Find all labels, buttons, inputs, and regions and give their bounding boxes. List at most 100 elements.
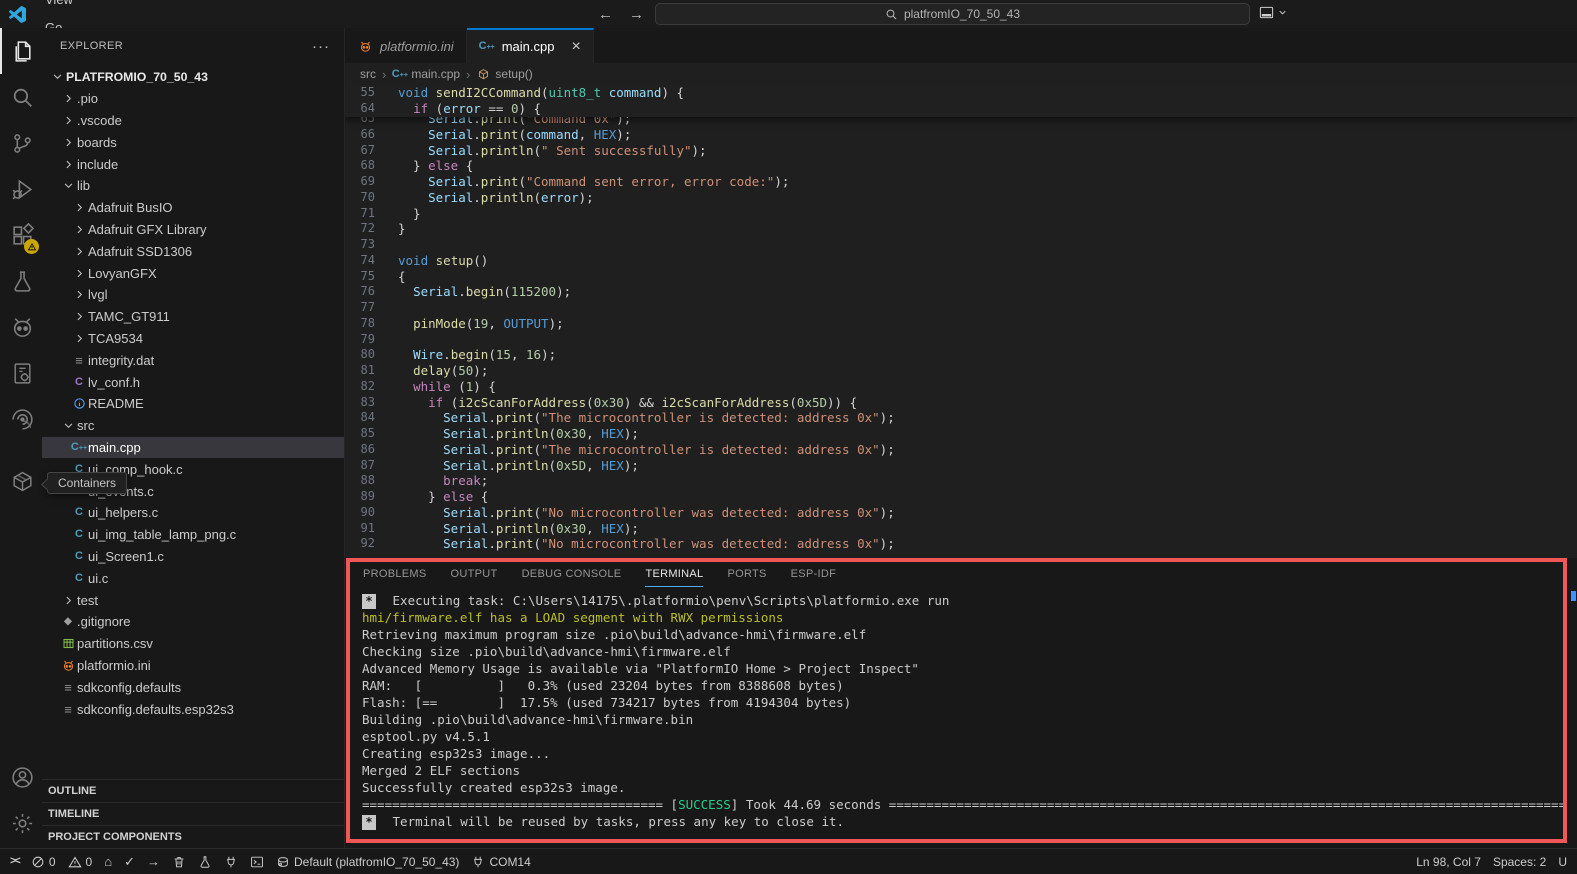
containers-tooltip: Containers (47, 472, 127, 494)
more-actions-icon[interactable]: ··· (312, 38, 330, 55)
section-timeline[interactable]: TIMELINE (42, 802, 344, 825)
status-errors[interactable]: 0 (25, 851, 62, 873)
activity-containers-button[interactable] (0, 458, 42, 504)
tree-item-gitignore[interactable]: ◆.gitignore (42, 611, 344, 633)
customize-layout-button[interactable] (1259, 5, 1288, 20)
activity-platformio-button[interactable] (0, 304, 42, 350)
tree-item-lvgl[interactable]: lvgl (42, 284, 344, 306)
status-pio-terminal[interactable] (244, 851, 270, 873)
status-pio-monitor[interactable] (218, 851, 244, 873)
tab-main-cpp[interactable]: C++main.cpp× (467, 28, 594, 63)
tree-item-boards[interactable]: boards (42, 131, 344, 153)
status-pio-build[interactable]: ✓ (118, 851, 141, 873)
tree-item-ui-helpers-c[interactable]: Cui_helpers.c (42, 502, 344, 524)
terminal-output[interactable]: * Executing task: C:\Users\14175\.platfo… (350, 587, 1563, 834)
status-warnings[interactable]: 0 (62, 851, 99, 873)
panel-tab-output[interactable]: OUTPUT (451, 562, 498, 587)
tree-item-sdkconfig-defaults-esp32s3[interactable]: ≡sdkconfig.defaults.esp32s3 (42, 698, 344, 720)
breadcrumb[interactable]: src›C++main.cpp›setup() (345, 63, 1577, 85)
panel-tab-esp-idf[interactable]: ESP-IDF (791, 562, 837, 587)
testing-icon (10, 269, 35, 294)
line-number: 81 (345, 363, 375, 379)
status-pio-upload[interactable]: → (141, 851, 166, 873)
tree-item-label: sdkconfig.defaults.esp32s3 (77, 702, 234, 717)
tree-item-adafruit-busio[interactable]: Adafruit BusIO (42, 197, 344, 219)
tree-item-integrity-dat[interactable]: ≡integrity.dat (42, 349, 344, 371)
tree-item-ui-screen1-c[interactable]: Cui_Screen1.c (42, 546, 344, 568)
code-editor[interactable]: 65 Serial.print("Command 0x");66 Serial.… (345, 85, 1577, 558)
tree-item-adafruit-gfx-library[interactable]: Adafruit GFX Library (42, 219, 344, 241)
tree-item-vscode[interactable]: .vscode (42, 110, 344, 132)
flask-icon (198, 855, 212, 869)
activity-search-button[interactable] (0, 74, 42, 120)
panel-tab-terminal[interactable]: TERMINAL (645, 562, 703, 587)
line-number: 75 (345, 269, 375, 285)
tree-item-tamc-gt911[interactable]: TAMC_GT911 (42, 306, 344, 328)
forward-arrow-icon[interactable]: → (629, 6, 644, 23)
activity-explorer-button[interactable] (0, 28, 42, 74)
status-remote-indicator[interactable]: >< (4, 851, 25, 873)
tree-item-label: include (77, 157, 118, 172)
panel-tab-problems[interactable]: PROBLEMS (363, 562, 427, 587)
activity-testing-button[interactable] (0, 258, 42, 304)
back-arrow-icon[interactable]: ← (598, 6, 613, 23)
panel-tab-debug-console[interactable]: DEBUG CONSOLE (522, 562, 622, 587)
tree-item-lv-conf-h[interactable]: Clv_conf.h (42, 371, 344, 393)
tree-item-test[interactable]: test (42, 589, 344, 611)
tree-item-src[interactable]: src (42, 415, 344, 437)
activity-accounts-button[interactable] (0, 754, 42, 800)
status-indentation[interactable]: Spaces: 2 (1487, 851, 1552, 873)
section-outline[interactable]: OUTLINE (42, 779, 344, 802)
status-pio-env[interactable]: Default (platfromIO_70_50_43) (270, 851, 465, 873)
line-number: 86 (345, 442, 375, 458)
status-pio-home[interactable]: ⌂ (98, 851, 118, 873)
section-project-components[interactable]: PROJECT COMPONENTS (42, 825, 344, 848)
tree-item-ui-c[interactable]: Cui.c (42, 567, 344, 589)
line-number: 82 (345, 379, 375, 395)
source-control-icon (10, 131, 35, 156)
menu-view[interactable]: View (36, 0, 107, 14)
layout-panel-icon (1259, 5, 1274, 20)
activity-espressif-button[interactable] (0, 396, 42, 442)
status-encoding[interactable]: U (1552, 851, 1573, 873)
activity-extensions-button[interactable] (0, 212, 42, 258)
c-file-icon: C (75, 573, 83, 584)
tree-item-include[interactable]: include (42, 153, 344, 175)
check-icon: ✓ (124, 855, 135, 868)
tree-item-main-cpp[interactable]: C++main.cpp (42, 437, 344, 459)
tree-item-readme[interactable]: README (42, 393, 344, 415)
tree-item-sdkconfig-defaults[interactable]: ≡sdkconfig.defaults (42, 676, 344, 698)
tree-item-adafruit-ssd1306[interactable]: Adafruit SSD1306 (42, 240, 344, 262)
tree-item-platfromio-70-50-43[interactable]: PLATFROMIO_70_50_43 (42, 66, 344, 88)
tree-item-label: ui.c (88, 571, 108, 586)
plug-icon (471, 855, 485, 869)
status-pio-clean[interactable] (166, 851, 192, 873)
status-pio-test[interactable] (192, 851, 218, 873)
panel-tab-ports[interactable]: PORTS (727, 562, 766, 587)
tree-item-ui-img-table-lamp-png-c[interactable]: Cui_img_table_lamp_png.c (42, 524, 344, 546)
line-number: 78 (345, 316, 375, 332)
activity-run-debug-button[interactable] (0, 166, 42, 212)
c-purple-file-icon: C (75, 377, 83, 388)
code-line-74: 74void setup() (345, 253, 1577, 269)
line-number: 89 (345, 489, 375, 505)
tree-item-tca9534[interactable]: TCA9534 (42, 328, 344, 350)
close-icon[interactable]: × (571, 39, 580, 55)
chevron-down-icon (62, 419, 75, 432)
tree-item-platformio-ini[interactable]: platformio.ini (42, 655, 344, 677)
tree-item-partitions-csv[interactable]: partitions.csv (42, 633, 344, 655)
breadcrumb-main-cpp[interactable]: C++main.cpp (392, 66, 460, 82)
tree-item-pio[interactable]: .pio (42, 88, 344, 110)
status-cursor-position[interactable]: Ln 98, Col 7 (1410, 851, 1487, 873)
command-center-search[interactable]: platfromIO_70_50_43 (655, 3, 1250, 25)
activity-settings-button[interactable] (0, 800, 42, 846)
breadcrumb-setup[interactable]: setup() (476, 66, 532, 82)
status-serial-port[interactable]: COM14 (465, 851, 536, 873)
tree-item-lib[interactable]: lib (42, 175, 344, 197)
activity-esp-idf-button[interactable] (0, 350, 42, 396)
activity-source-control-button[interactable] (0, 120, 42, 166)
tab-platformio-ini[interactable]: platformio.ini (345, 28, 467, 63)
chevron-right-icon (62, 594, 75, 607)
tree-item-lovyangfx[interactable]: LovyanGFX (42, 262, 344, 284)
breadcrumb-src[interactable]: src (360, 67, 376, 81)
